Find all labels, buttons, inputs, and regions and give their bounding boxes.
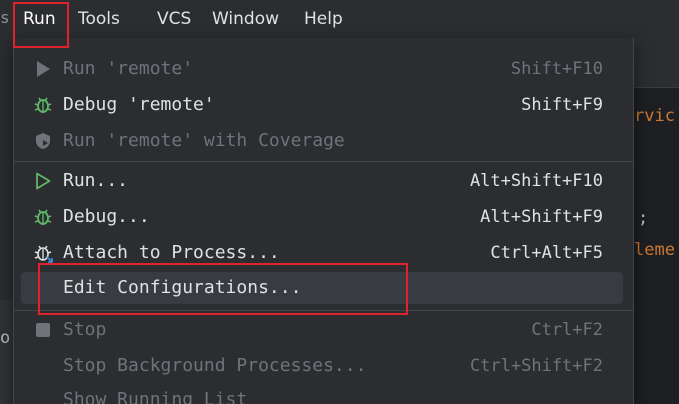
menu-item-label: Run... (63, 170, 129, 191)
run-icon (33, 171, 53, 191)
menu-separator (14, 310, 633, 311)
menu-item-run-with-coverage[interactable]: Run 'remote' with Coverage (21, 125, 623, 157)
menu-item-label: Run 'remote' (63, 58, 194, 79)
menu-item-label: Show Running List (63, 389, 248, 404)
menu-item-debug-ellipsis[interactable]: Debug... Alt+Shift+F9 (21, 201, 623, 233)
code-fragment: leme (634, 240, 675, 260)
editor-tab-bar (634, 38, 679, 88)
coverage-icon (33, 131, 53, 151)
stop-icon (33, 320, 53, 340)
menu-item-shortcut: Alt+Shift+F9 (480, 207, 603, 227)
menu-item-debug-remote[interactable]: Debug 'remote' Shift+F9 (21, 89, 623, 121)
menu-window[interactable]: Window (212, 6, 279, 32)
menu-item-run-ellipsis[interactable]: Run... Alt+Shift+F10 (21, 165, 623, 197)
menu-item-label: Stop (63, 319, 107, 340)
menu-help-label: Help (304, 9, 343, 29)
debug-icon (33, 207, 53, 227)
menu-run[interactable]: Run (23, 6, 56, 32)
menu-item-stop-background-processes[interactable]: Stop Background Processes... Ctrl+Shift+… (21, 350, 623, 382)
menu-bar-left-edge: s (0, 8, 10, 27)
menu-item-label: Attach to Process... (63, 242, 280, 263)
attach-icon (33, 243, 53, 263)
menu-separator (14, 161, 633, 162)
menu-item-label: Stop Background Processes... (63, 355, 367, 376)
menu-item-shortcut: Ctrl+Shift+F2 (469, 356, 603, 376)
menu-item-show-running-list[interactable]: Show Running List (21, 384, 623, 404)
main-menu-bar: s Run Tools VCS Window Help (0, 0, 679, 38)
menu-item-label: Run 'remote' with Coverage (63, 130, 345, 151)
menu-vcs[interactable]: VCS (157, 6, 191, 32)
menu-help[interactable]: Help (304, 6, 343, 32)
menu-item-attach-to-process[interactable]: Attach to Process... Ctrl+Alt+F5 (21, 237, 623, 269)
menu-item-shortcut: Ctrl+Alt+F5 (490, 243, 603, 263)
menu-item-label: Debug 'remote' (63, 94, 215, 115)
menu-item-stop[interactable]: Stop Ctrl+F2 (21, 314, 623, 346)
menu-item-shortcut: Ctrl+F2 (531, 320, 603, 340)
menu-item-shortcut: Shift+F10 (510, 59, 603, 79)
run-icon (33, 59, 53, 79)
menu-item-label: Debug... (63, 206, 150, 227)
code-fragment: o (0, 328, 11, 348)
menu-run-label: Run (23, 9, 56, 29)
menu-tools-label: Tools (78, 9, 120, 29)
menu-tools[interactable]: Tools (78, 6, 120, 32)
debug-icon (33, 95, 53, 115)
menu-window-label: Window (212, 9, 280, 29)
menu-item-run-remote[interactable]: Run 'remote' Shift+F10 (21, 53, 623, 85)
menu-item-label: Edit Configurations... (63, 277, 302, 298)
tool-window-panel (0, 300, 13, 404)
menu-item-shortcut: Shift+F9 (521, 95, 603, 115)
menu-item-shortcut: Alt+Shift+F10 (469, 171, 603, 191)
run-menu-dropdown: Run 'remote' Shift+F10 Debug 'remote' Sh… (13, 38, 634, 404)
menu-vcs-label: VCS (157, 9, 192, 29)
code-fragment: rvic (634, 106, 675, 126)
menu-item-edit-configurations[interactable]: Edit Configurations... (21, 272, 623, 304)
code-fragment: ; (638, 208, 649, 228)
